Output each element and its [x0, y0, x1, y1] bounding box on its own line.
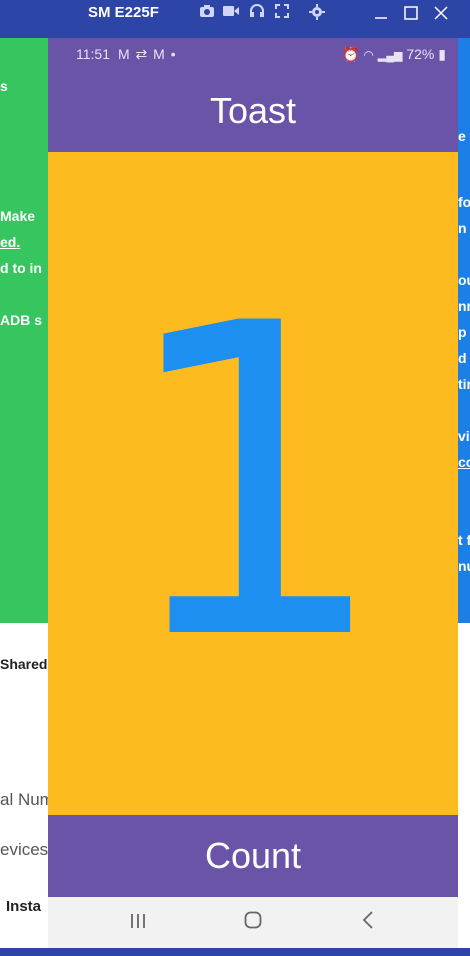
camera-icon[interactable] — [198, 4, 216, 22]
window-titlebar[interactable]: SM E225F — [48, 0, 470, 38]
wifi-icon: ◠ — [363, 48, 374, 62]
bg-text: ou — [458, 272, 470, 288]
bg-text: ADB s — [0, 312, 43, 328]
bg-text: Make — [0, 208, 36, 224]
signal-icon: ▂▄▆ — [377, 50, 403, 62]
status-time: 11:51 — [76, 46, 110, 62]
window-title: SM E225F — [88, 4, 159, 21]
bg-text: evices — [0, 840, 48, 859]
maximize-button[interactable] — [400, 4, 422, 24]
bg-text: e — [458, 128, 466, 144]
toast-button[interactable]: Toast — [48, 70, 458, 152]
bg-text: d to in — [0, 260, 42, 276]
count-button[interactable]: Count — [48, 815, 458, 897]
close-button[interactable] — [430, 4, 452, 24]
phone-screen[interactable]: 11:51 M ⇄ M • ⏰ ◠ ▂▄▆ 72% ▮ Toast 1 Coun… — [48, 38, 458, 948]
bg-text: nn — [458, 298, 470, 314]
bg-text: Shared — [0, 656, 48, 672]
bg-text: Insta — [6, 898, 42, 915]
notification-icons: M ⇄ M • — [118, 46, 177, 62]
android-nav-bar — [48, 897, 458, 948]
bg-text: cc — [458, 454, 470, 470]
bg-text: nu — [458, 558, 470, 574]
bg-text: al Num — [0, 790, 48, 809]
count-display: 1 — [48, 152, 458, 815]
bg-text: n — [458, 220, 467, 236]
battery-percent: 72% — [406, 46, 435, 62]
background-green-panel — [0, 38, 48, 623]
video-icon[interactable] — [222, 4, 240, 22]
status-right-group: ⏰ ◠ ▂▄▆ 72% ▮ — [342, 46, 446, 63]
bg-text: vi — [458, 428, 470, 444]
settings-icon[interactable] — [308, 4, 326, 22]
taskbar-strip — [0, 948, 470, 956]
bg-text: t f — [458, 532, 470, 548]
home-icon[interactable] — [233, 907, 273, 937]
background-right-white — [458, 623, 470, 956]
bg-text: d — [458, 350, 467, 366]
count-value: 1 — [116, 233, 390, 734]
bg-text: fo — [458, 194, 470, 210]
recent-apps-icon[interactable] — [118, 907, 158, 937]
headphones-icon[interactable] — [248, 4, 266, 22]
bg-text: tin — [458, 376, 470, 392]
alarm-icon: ⏰ — [342, 46, 360, 62]
status-bar: 11:51 M ⇄ M • ⏰ ◠ ▂▄▆ 72% ▮ — [48, 38, 458, 70]
minimize-button[interactable] — [370, 4, 392, 24]
bg-text: s — [0, 78, 8, 94]
back-icon[interactable] — [348, 907, 388, 937]
fullscreen-icon[interactable] — [273, 4, 291, 22]
bg-link-text: ed. — [0, 234, 21, 250]
battery-icon: ▮ — [438, 46, 446, 62]
bg-text: p — [458, 324, 467, 340]
